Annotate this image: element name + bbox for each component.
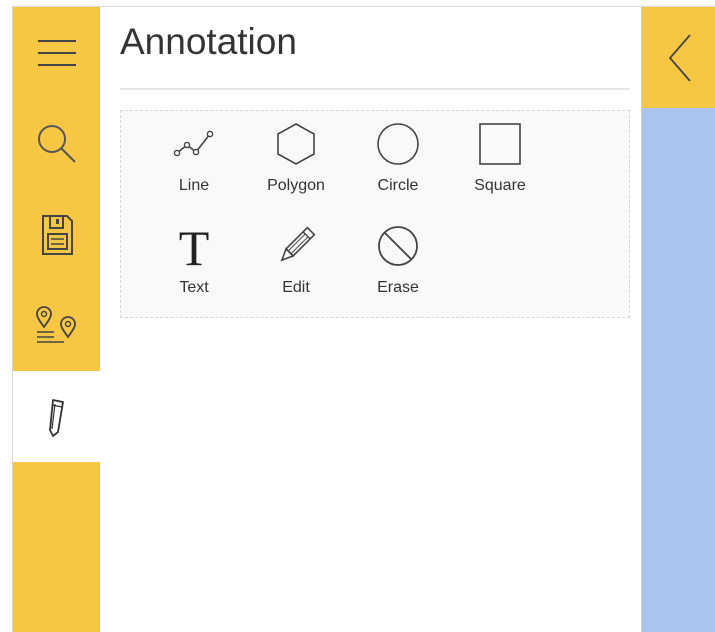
svg-text:T: T: [179, 221, 210, 271]
route-button[interactable]: [13, 280, 100, 371]
annotation-button[interactable]: [13, 371, 100, 462]
app-frame: Annotation Line Polygon Circle Square T …: [12, 6, 715, 632]
tool-square[interactable]: Square: [454, 111, 546, 201]
text-icon: T: [179, 221, 210, 271]
search-icon: [37, 124, 76, 163]
tool-edit[interactable]: Edit: [250, 213, 342, 303]
tool-grid: Line Polygon Circle Square T Text Edit E…: [120, 110, 630, 318]
tool-label: Text: [179, 279, 209, 296]
polygon-icon: [277, 123, 315, 165]
annotation-panel: Annotation Line Polygon Circle Square T …: [100, 7, 641, 632]
chevron-left-icon: [668, 33, 691, 82]
save-icon: [41, 214, 73, 255]
circle-icon: [377, 123, 419, 165]
edit-icon: [280, 226, 316, 262]
menu-icon: [37, 39, 76, 66]
sidebar-rail: [13, 7, 100, 632]
tool-erase[interactable]: Erase: [352, 213, 444, 303]
tool-label: Polygon: [267, 177, 325, 194]
tool-polygon[interactable]: Polygon: [250, 111, 342, 201]
route-icon: [35, 305, 76, 343]
panel-title: Annotation: [120, 21, 297, 62]
search-button[interactable]: [13, 98, 100, 189]
tool-label: Erase: [377, 279, 419, 296]
tool-line[interactable]: Line: [148, 111, 240, 201]
collapse-panel-button[interactable]: [642, 7, 715, 108]
tool-text[interactable]: T Text: [148, 213, 240, 303]
pencil-icon: [48, 398, 64, 437]
square-icon: [479, 123, 521, 165]
map-area[interactable]: [641, 7, 715, 632]
save-button[interactable]: [13, 189, 100, 280]
erase-icon: [378, 226, 418, 266]
tool-circle[interactable]: Circle: [352, 111, 444, 201]
line-icon: [173, 130, 214, 157]
menu-button[interactable]: [13, 7, 100, 98]
tool-label: Edit: [282, 279, 310, 296]
title-divider: [120, 88, 630, 90]
tool-label: Line: [178, 177, 210, 194]
tool-label: Square: [474, 177, 526, 194]
tool-label: Circle: [377, 177, 419, 194]
